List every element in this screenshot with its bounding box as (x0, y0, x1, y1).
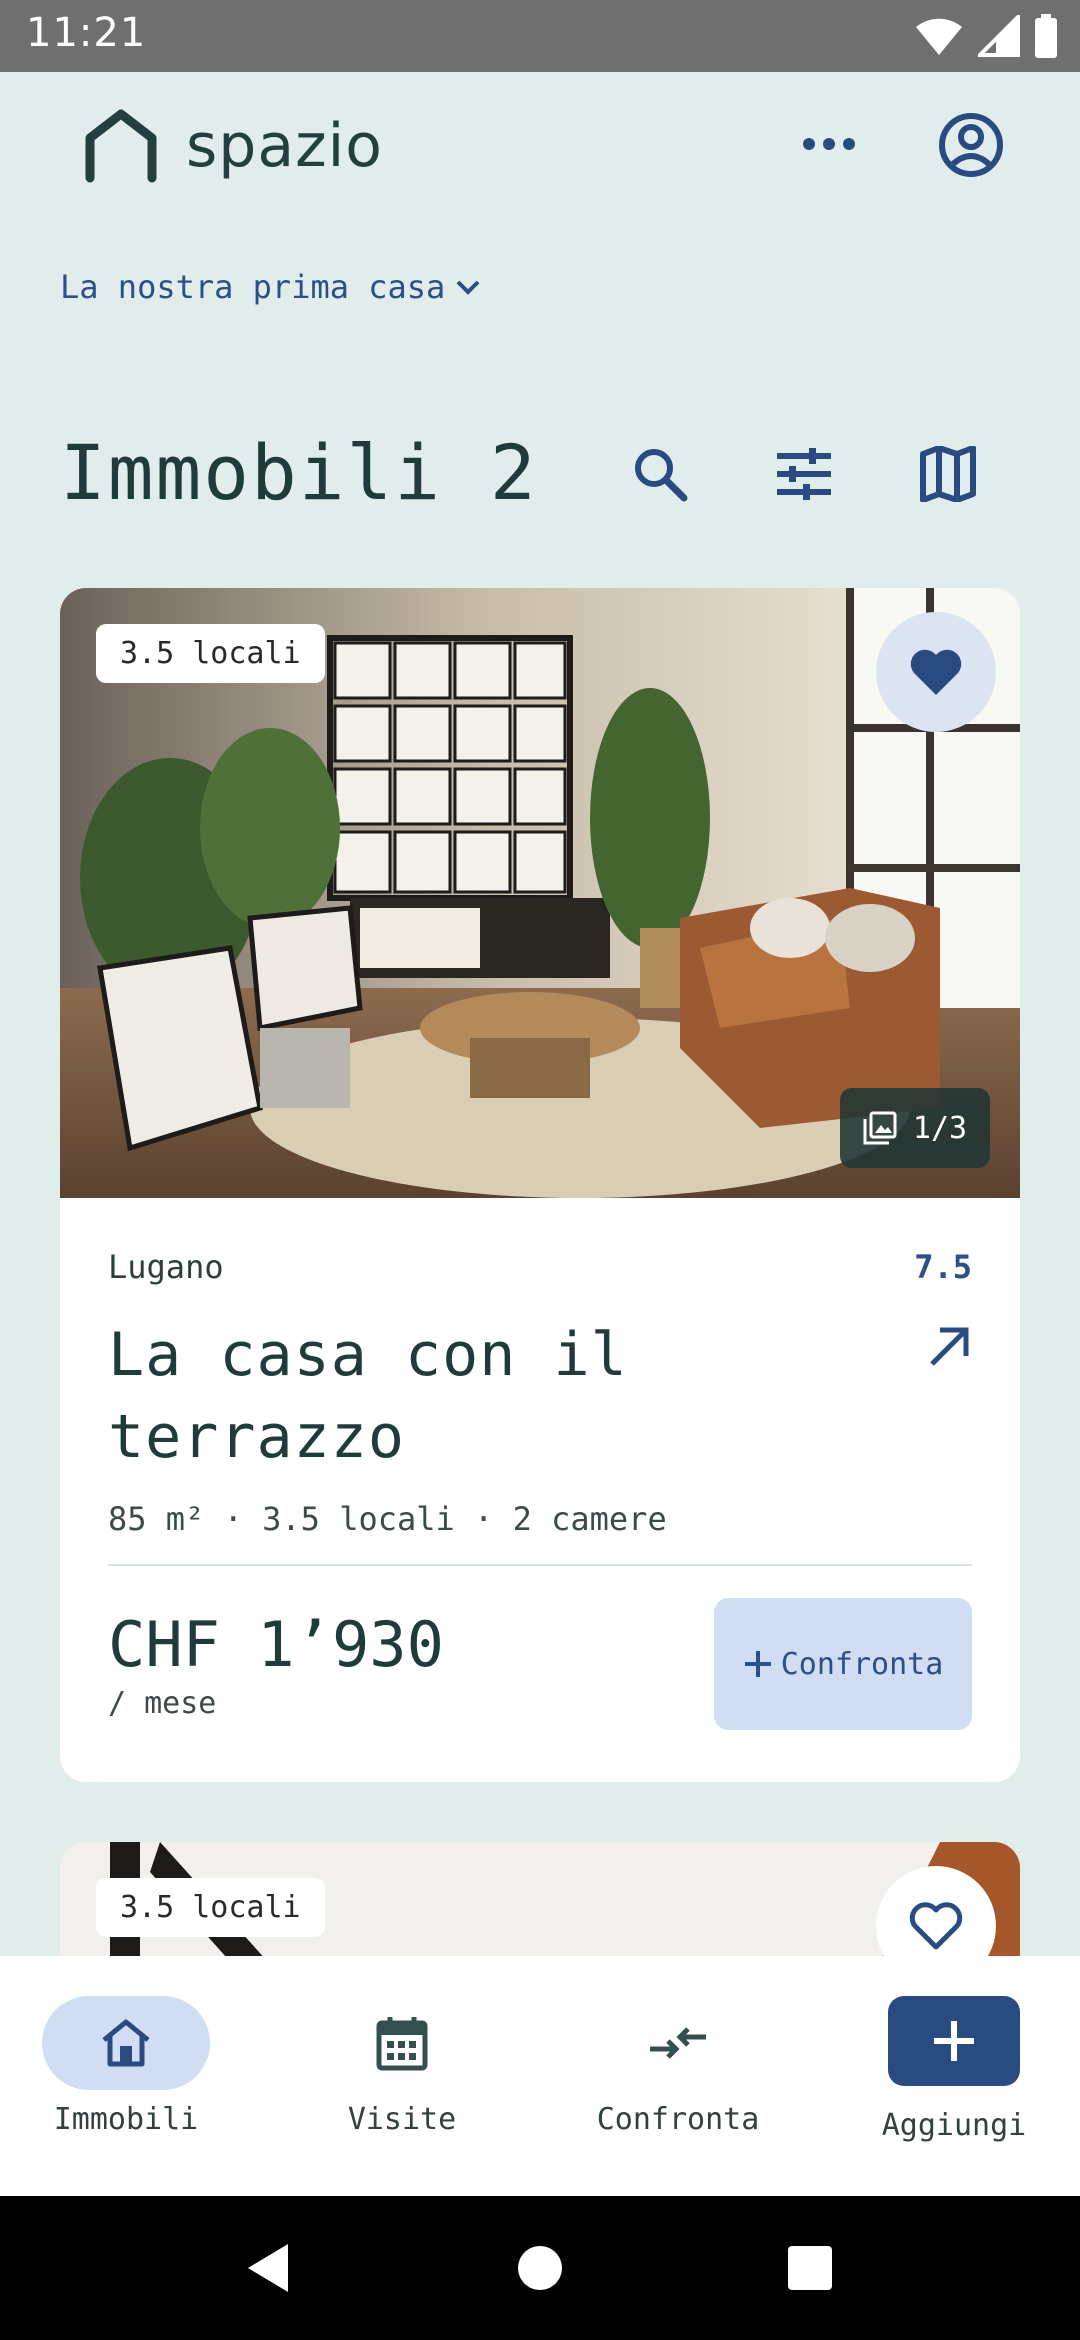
listing-photo[interactable]: 3.5 locali 1/3 (60, 588, 1020, 1198)
back-button[interactable] (232, 2232, 304, 2304)
rooms-badge: 3.5 locali (96, 1878, 325, 1937)
chevron-down-icon (456, 280, 480, 295)
bottom-navigation: Immobili Visite Confronta Aggiungi (0, 1956, 1080, 2196)
nav-item-aggiungi[interactable]: Aggiungi (854, 1996, 1054, 2143)
nav-label: Confronta (596, 2102, 760, 2137)
app-logo: spazio (82, 108, 383, 184)
back-triangle-icon (248, 2244, 288, 2292)
nav-item-immobili[interactable]: Immobili (26, 1996, 226, 2137)
listing-city: Lugano (108, 1248, 224, 1286)
nav-pill-active (42, 1996, 210, 2090)
listing-card[interactable]: 3.5 locali 1/3 Lugano 7.5 La casa con il… (60, 588, 1020, 1782)
recents-square-icon (788, 2246, 832, 2290)
listing-score: 7.5 (914, 1248, 972, 1286)
map-button[interactable] (916, 442, 980, 506)
status-icons (914, 14, 1058, 58)
signal-icon (978, 15, 1020, 57)
home-button[interactable] (504, 2232, 576, 2304)
nav-label: Immobili (53, 2102, 199, 2137)
calendar-icon (376, 2017, 428, 2071)
rooms-badge: 3.5 locali (96, 624, 325, 683)
nav-item-confronta[interactable]: Confronta (578, 1996, 778, 2137)
tune-icon (777, 448, 831, 500)
home-circle-icon (518, 2246, 562, 2290)
nav-item-visite[interactable]: Visite (302, 1996, 502, 2137)
arrow-up-right-icon (930, 1327, 969, 1366)
open-listing-button[interactable] (922, 1318, 978, 1374)
heart-filled-icon (910, 649, 962, 695)
compare-button[interactable]: Confronta (714, 1598, 972, 1730)
status-bar: 11:21 (0, 0, 1080, 72)
account-circle-icon (939, 113, 1003, 177)
favorite-button[interactable] (876, 612, 996, 732)
listing-specs: 85 m² · 3.5 locali · 2 camere (108, 1500, 667, 1538)
project-selector[interactable]: La nostra prima casa (60, 268, 481, 306)
more-horizontal-icon (803, 138, 855, 150)
account-button[interactable] (938, 112, 1004, 178)
add-button[interactable] (888, 1996, 1020, 2086)
photo-counter[interactable]: 1/3 (840, 1088, 990, 1168)
house-outline-icon (85, 109, 157, 183)
home-icon (102, 2019, 150, 2067)
card-divider (108, 1564, 972, 1566)
nav-pill (318, 1996, 486, 2090)
compare-arrows-icon (650, 2027, 706, 2059)
filter-button[interactable] (772, 442, 836, 506)
search-button[interactable] (628, 442, 692, 506)
system-navigation-bar (0, 2196, 1080, 2340)
battery-icon (1035, 14, 1057, 58)
listing-price-period: / mese (108, 1686, 217, 1721)
photo-counter-text: 1/3 (912, 1110, 968, 1146)
listing-count: 2 (489, 428, 538, 517)
nav-pill (594, 1996, 762, 2090)
page-title: Immobili 2 (60, 428, 538, 517)
map-icon (920, 446, 976, 502)
wifi-icon (916, 18, 962, 55)
compare-button-label: Confronta (780, 1646, 944, 1682)
plus-icon (934, 2021, 974, 2061)
heart-outline-icon (909, 1902, 963, 1950)
gallery-icon (863, 1111, 897, 1145)
nav-label: Aggiungi (881, 2108, 1027, 2143)
plus-icon (744, 1651, 771, 1677)
recents-button[interactable] (774, 2232, 846, 2304)
app-name: spazio (186, 111, 383, 181)
search-icon (635, 449, 688, 502)
project-name: La nostra prima casa (60, 268, 446, 306)
page-title-label: Immobili (60, 428, 443, 517)
listing-price: CHF 1’930 (108, 1608, 444, 1681)
listing-title: La casa con il terrazzo (108, 1320, 628, 1472)
status-time: 11:21 (26, 10, 147, 56)
nav-label: Visite (347, 2102, 457, 2137)
more-options-button[interactable] (800, 120, 858, 168)
